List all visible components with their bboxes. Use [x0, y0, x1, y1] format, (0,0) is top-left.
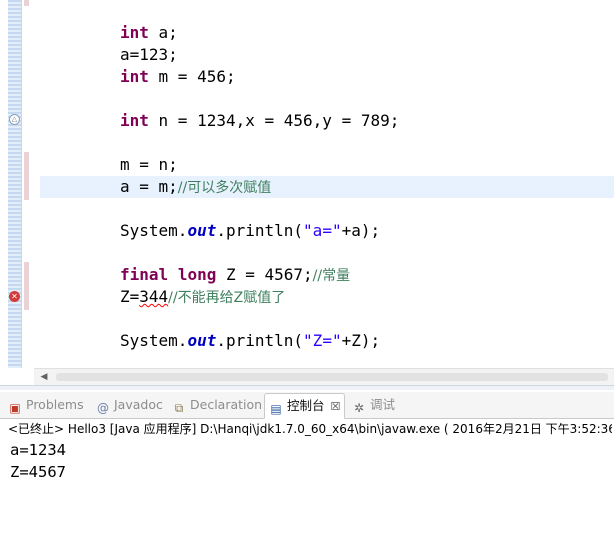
static-field: out: [187, 331, 217, 350]
console-output-line: a=1234: [10, 441, 66, 459]
tab-label: Javadoc: [114, 397, 163, 412]
code-text: +Z);: [341, 331, 381, 350]
error-token[interactable]: 344: [139, 287, 168, 306]
code-text: Z = 4567;: [216, 265, 313, 284]
keyword: final: [120, 265, 169, 284]
code-line[interactable]: a=123;: [120, 44, 178, 66]
code-line[interactable]: int a;: [120, 22, 178, 44]
tab-debug[interactable]: ✲ 调试: [352, 394, 395, 416]
tab-label: 调试: [370, 397, 396, 412]
keyword: int: [120, 67, 149, 86]
code-text: m = 456;: [148, 67, 236, 86]
code-text: n = 1234,x = 456,y = 789;: [148, 111, 400, 130]
override-marker-icon[interactable]: △: [9, 114, 20, 125]
code-text: m = n;: [120, 155, 178, 174]
editor-border: [0, 385, 614, 390]
code-text: a=123;: [120, 45, 178, 64]
code-line[interactable]: m = n;: [120, 154, 178, 176]
code-line[interactable]: Z=344//不能再给Z赋值了: [120, 286, 285, 308]
tab-label: Declaration: [190, 397, 263, 412]
tab-label: 控制台: [287, 398, 325, 413]
code-text: System.: [120, 331, 188, 350]
scrollbar-thumb[interactable]: [56, 373, 608, 381]
console-status-header: <已终止> Hello3 [Java 应用程序] D:\Hanqi\jdk1.7…: [8, 422, 612, 436]
code-text: .println(: [216, 221, 304, 240]
tab-label: Problems: [26, 397, 84, 412]
keyword: long: [177, 265, 217, 284]
tab-console[interactable]: ▤ 控制台 ☒: [264, 393, 346, 419]
code-comment: //不能再给Z赋值了: [168, 290, 286, 306]
code-text: a = m;: [120, 177, 178, 196]
code-line[interactable]: System.out.println("a="+a);: [120, 220, 380, 242]
code-editor[interactable]: △ ✕ int a; a=123; int m = 456; int n = 1…: [0, 0, 614, 368]
keyword: int: [120, 111, 149, 130]
code-text: Z=: [120, 287, 140, 306]
tab-declaration[interactable]: ⧉ Declaration: [172, 394, 262, 416]
code-line[interactable]: a = m;//可以多次赋值: [120, 176, 271, 198]
horizontal-scrollbar[interactable]: ◀: [34, 368, 614, 385]
string-literal: "Z=": [303, 331, 342, 350]
view-tab-bar: ▣ Problems @ Javadoc ⧉ Declaration ▤ 控制台 ☒ ✲ 调…: [0, 392, 614, 419]
code-line[interactable]: System.out.println("Z="+Z);: [120, 330, 380, 352]
console-icon: ▤: [270, 402, 282, 416]
problems-icon: ▣: [9, 401, 21, 415]
code-comment: //常量: [312, 268, 351, 284]
code-text: a;: [148, 23, 178, 42]
code-text: +a);: [341, 221, 381, 240]
console-output-line: Z=4567: [10, 463, 66, 481]
error-marker-icon[interactable]: ✕: [9, 291, 20, 302]
code-line[interactable]: final long Z = 4567;//常量: [120, 264, 350, 286]
ruler-gutter: [8, 0, 21, 368]
code-text: System.: [120, 221, 188, 240]
debug-icon: ✲: [353, 401, 365, 415]
tab-javadoc[interactable]: @ Javadoc: [96, 394, 163, 416]
code-line[interactable]: int m = 456;: [120, 66, 236, 88]
change-marker: [24, 0, 29, 6]
code-text: .println(: [216, 331, 304, 350]
code-line[interactable]: int n = 1234,x = 456,y = 789;: [120, 110, 399, 132]
close-icon[interactable]: ☒: [331, 395, 341, 419]
keyword: int: [120, 23, 149, 42]
change-marker: [24, 152, 29, 200]
scroll-left-arrow-icon[interactable]: ◀: [38, 369, 50, 385]
declaration-icon: ⧉: [174, 401, 184, 415]
tab-problems[interactable]: ▣ Problems: [8, 394, 84, 416]
change-marker: [24, 262, 29, 310]
string-literal: "a=": [303, 221, 342, 240]
at-icon: @: [97, 401, 109, 415]
code-comment: //可以多次赋值: [177, 180, 272, 196]
static-field: out: [187, 221, 217, 240]
